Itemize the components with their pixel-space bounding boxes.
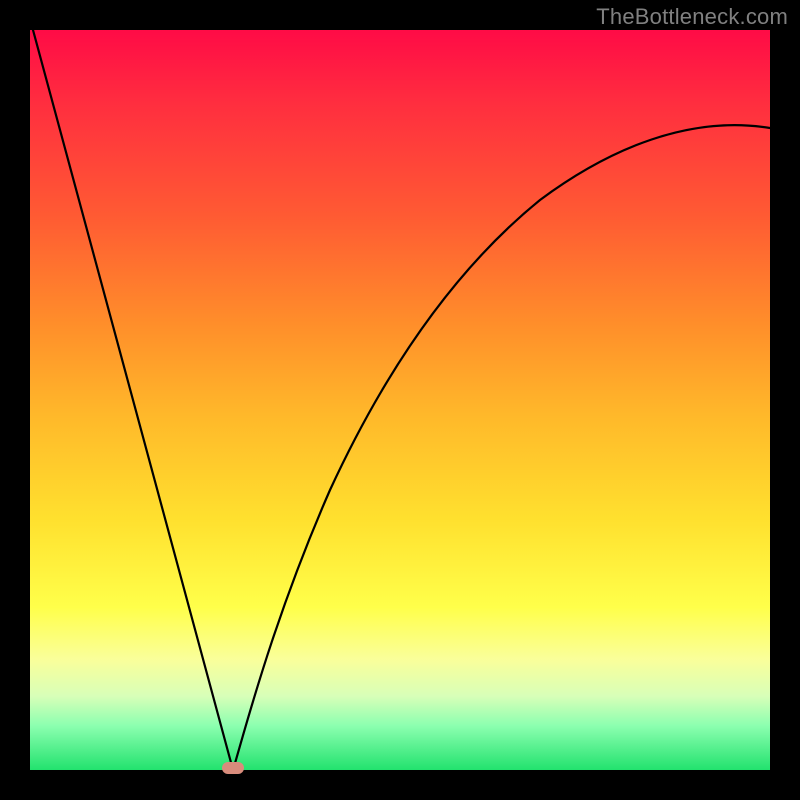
chart-frame: TheBottleneck.com	[0, 0, 800, 800]
watermark-text: TheBottleneck.com	[596, 4, 788, 30]
optimal-point-marker	[222, 762, 244, 774]
curve-path	[33, 30, 770, 770]
bottleneck-curve	[30, 30, 770, 770]
plot-area	[30, 30, 770, 770]
